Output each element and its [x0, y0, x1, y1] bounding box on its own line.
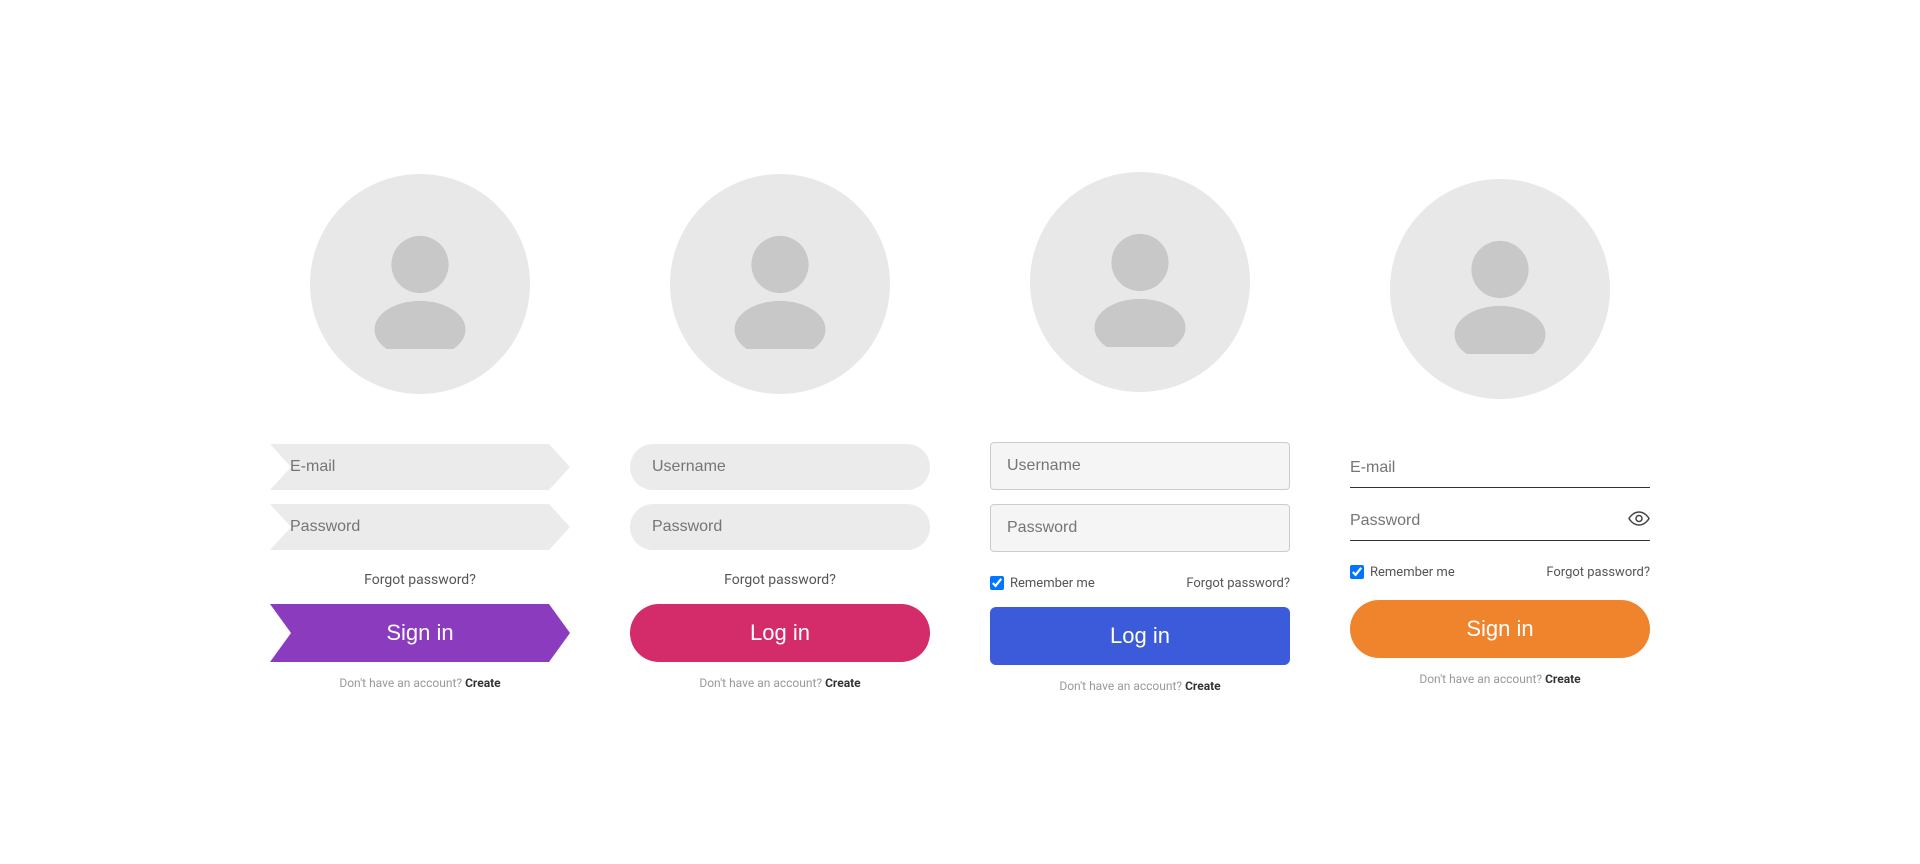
login-card-3: Remember me Forgot password? Log in Don'…: [990, 172, 1290, 693]
password-input-1[interactable]: [270, 504, 570, 550]
register-text-1: Don't have an account? Create: [339, 676, 500, 690]
log-in-button-3[interactable]: Log in: [990, 607, 1290, 665]
avatar-4: [1390, 179, 1610, 399]
register-text-2: Don't have an account? Create: [699, 676, 860, 690]
sign-in-button-4[interactable]: Sign in: [1350, 600, 1650, 658]
avatar-3: [1030, 172, 1250, 392]
forgot-password-4[interactable]: Forgot password?: [1546, 565, 1650, 580]
forgot-password-3[interactable]: Forgot password?: [1186, 576, 1290, 591]
email-input-4[interactable]: [1350, 449, 1650, 488]
extras-row-4: Remember me Forgot password?: [1350, 565, 1650, 580]
remember-me-4[interactable]: Remember me: [1350, 565, 1455, 580]
password-input-4[interactable]: [1350, 502, 1650, 541]
extras-row-3: Remember me Forgot password?: [990, 576, 1290, 591]
login-card-4: Remember me Forgot password? Sign in Don…: [1350, 179, 1650, 686]
password-group-2: [630, 504, 930, 550]
register-text-4: Don't have an account? Create: [1419, 672, 1580, 686]
create-link-1[interactable]: Create: [465, 676, 501, 690]
sign-in-button-1[interactable]: Sign in: [270, 604, 570, 662]
register-text-3: Don't have an account? Create: [1059, 679, 1220, 693]
create-link-4[interactable]: Create: [1545, 672, 1581, 686]
username-group-3: [990, 442, 1290, 490]
password-group-3: [990, 504, 1290, 552]
create-link-3[interactable]: Create: [1185, 679, 1221, 693]
avatar-2: [670, 174, 890, 394]
forgot-password-2[interactable]: Forgot password?: [630, 572, 930, 588]
forgot-password-1[interactable]: Forgot password?: [270, 572, 570, 588]
password-input-2[interactable]: [630, 504, 930, 550]
page-container: Forgot password? Sign in Don't have an a…: [0, 132, 1920, 733]
eye-icon[interactable]: [1628, 511, 1650, 532]
remember-me-3[interactable]: Remember me: [990, 576, 1095, 591]
remember-me-label-3: Remember me: [1010, 576, 1095, 591]
avatar-1: [310, 174, 530, 394]
email-group-4: [1350, 449, 1650, 488]
password-group-1: [270, 504, 570, 550]
username-input-3[interactable]: [990, 442, 1290, 490]
email-input-1[interactable]: [270, 444, 570, 490]
remember-me-checkbox-3[interactable]: [990, 576, 1004, 590]
remember-me-checkbox-4[interactable]: [1350, 565, 1364, 579]
login-card-2: Forgot password? Log in Don't have an ac…: [630, 174, 930, 690]
username-group-2: [630, 444, 930, 490]
username-input-2[interactable]: [630, 444, 930, 490]
password-group-4: [1350, 502, 1650, 541]
email-group-1: [270, 444, 570, 490]
password-input-3[interactable]: [990, 504, 1290, 552]
create-link-2[interactable]: Create: [825, 676, 861, 690]
remember-me-label-4: Remember me: [1370, 565, 1455, 580]
log-in-button-2[interactable]: Log in: [630, 604, 930, 662]
login-card-1: Forgot password? Sign in Don't have an a…: [270, 174, 570, 690]
